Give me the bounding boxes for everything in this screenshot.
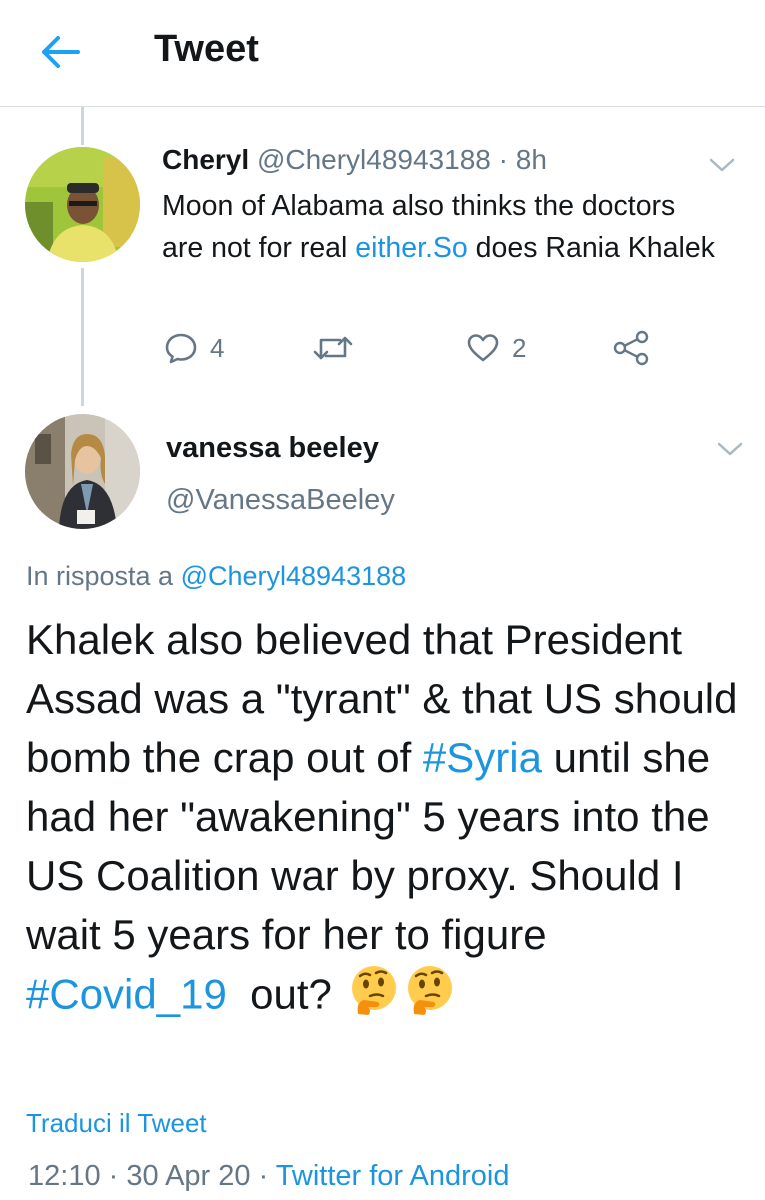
thinking-face-emoji — [404, 964, 456, 1031]
tweet-time[interactable]: 8h — [516, 144, 547, 175]
thread-line-top — [81, 107, 84, 145]
avatar[interactable] — [25, 414, 140, 529]
share-icon — [613, 330, 649, 366]
translate-link[interactable]: Traduci il Tweet — [26, 1108, 207, 1139]
avatar[interactable] — [25, 147, 140, 262]
reply-icon — [165, 333, 197, 364]
chevron-down-icon[interactable] — [708, 156, 736, 174]
tweet-meta: 12:10 · 30 Apr 20 · Twitter for Android — [28, 1160, 509, 1193]
top-bar: Tweet — [0, 0, 765, 107]
chevron-down-icon[interactable] — [716, 440, 744, 458]
tweet-author-line: Cheryl @Cheryl48943188 · 8h — [162, 144, 547, 176]
share-button[interactable] — [612, 326, 650, 370]
separator: · — [100, 1160, 127, 1192]
arrow-left-icon[interactable] — [38, 30, 82, 74]
separator: · — [250, 1160, 276, 1192]
client-link[interactable]: Twitter for Android — [276, 1160, 510, 1192]
thinking-face-emoji — [348, 964, 400, 1031]
author-handle[interactable]: @VanessaBeeley — [166, 484, 395, 517]
author-name[interactable]: Cheryl — [162, 144, 249, 175]
tweet-time: 12:10 — [28, 1160, 101, 1192]
tweet-text: Moon of Alabama also thinks the doctors … — [162, 185, 722, 269]
hashtag-link[interactable]: #Covid_19 — [26, 971, 227, 1018]
hashtag-link[interactable]: #Syria — [423, 734, 542, 781]
tweet-actions: 4 2 — [0, 326, 765, 370]
tweet-text: Khalek also believed that President Assa… — [26, 610, 746, 1031]
like-button[interactable]: 2 — [466, 326, 526, 370]
reply-handle-link[interactable]: @Cheryl48943188 — [181, 561, 407, 591]
page-title: Tweet — [154, 28, 259, 70]
reply-context: In risposta a @Cheryl48943188 — [26, 561, 406, 592]
author-name[interactable]: vanessa beeley — [166, 432, 379, 465]
like-count: 2 — [512, 332, 527, 363]
separator: · — [490, 144, 516, 175]
retweet-icon — [313, 336, 353, 360]
reply-prefix: In risposta a — [26, 561, 181, 591]
tweet-text-part: does Rania Khalek — [467, 232, 715, 264]
tweet-date: 30 Apr 20 — [126, 1160, 251, 1192]
author-handle[interactable]: @Cheryl48943188 — [257, 144, 491, 175]
tweet-text-part: out? — [226, 970, 344, 1018]
tweet-link[interactable]: either.So — [355, 232, 468, 264]
reply-button[interactable]: 4 — [164, 326, 224, 370]
reply-count: 4 — [210, 332, 225, 363]
heart-icon — [467, 334, 499, 362]
retweet-button[interactable] — [312, 326, 354, 370]
